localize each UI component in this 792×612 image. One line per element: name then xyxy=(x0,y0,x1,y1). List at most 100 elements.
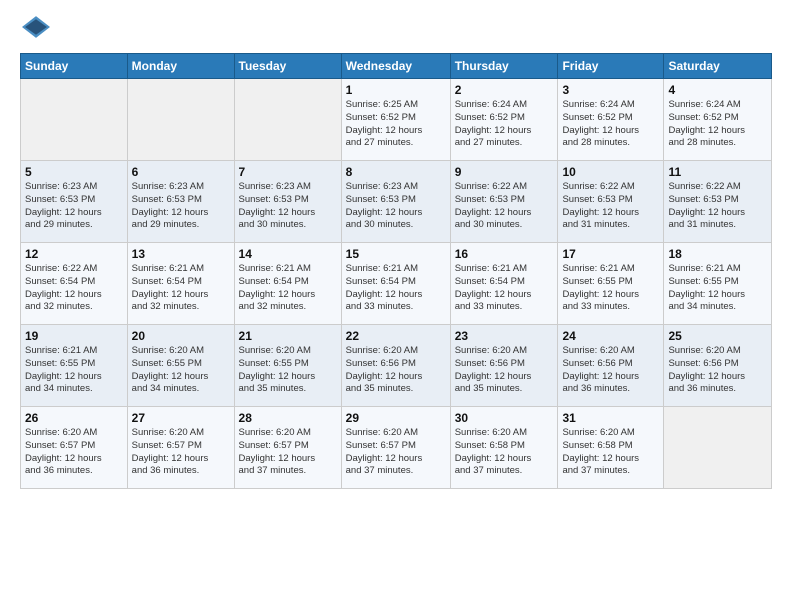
logo xyxy=(20,16,58,43)
day-number: 1 xyxy=(346,83,446,97)
calendar-day-cell: 16 Sunrise: 6:21 AM Sunset: 6:54 PM Dayli… xyxy=(450,243,558,325)
day-info: Sunrise: 6:20 AM Sunset: 6:57 PM Dayligh… xyxy=(25,427,123,478)
day-info: Sunrise: 6:23 AM Sunset: 6:53 PM Dayligh… xyxy=(239,181,337,232)
calendar-week-row: 26 Sunrise: 6:20 AM Sunset: 6:57 PM Dayli… xyxy=(21,407,772,489)
day-info: Sunrise: 6:21 AM Sunset: 6:54 PM Dayligh… xyxy=(455,263,554,314)
day-info: Sunrise: 6:20 AM Sunset: 6:58 PM Dayligh… xyxy=(455,427,554,478)
weekday-header: Friday xyxy=(558,54,664,79)
page: SundayMondayTuesdayWednesdayThursdayFrid… xyxy=(0,0,792,612)
calendar-day-cell: 19 Sunrise: 6:21 AM Sunset: 6:55 PM Dayli… xyxy=(21,325,128,407)
calendar-day-cell: 5 Sunrise: 6:23 AM Sunset: 6:53 PM Daylig… xyxy=(21,161,128,243)
day-info: Sunrise: 6:21 AM Sunset: 6:55 PM Dayligh… xyxy=(668,263,767,314)
calendar-day-cell: 31 Sunrise: 6:20 AM Sunset: 6:58 PM Dayli… xyxy=(558,407,664,489)
calendar-day-cell: 6Sunrise: 6:23 AM Sunset: 6:53 PM Daylig… xyxy=(127,161,234,243)
calendar-day-cell: 9 Sunrise: 6:22 AM Sunset: 6:53 PM Daylig… xyxy=(450,161,558,243)
day-info: Sunrise: 6:22 AM Sunset: 6:54 PM Dayligh… xyxy=(25,263,123,314)
day-info: Sunrise: 6:23 AM Sunset: 6:53 PM Dayligh… xyxy=(132,181,230,232)
day-info: Sunrise: 6:20 AM Sunset: 6:56 PM Dayligh… xyxy=(562,345,659,396)
weekday-header: Sunday xyxy=(21,54,128,79)
day-number: 28 xyxy=(239,411,337,425)
day-info: Sunrise: 6:20 AM Sunset: 6:56 PM Dayligh… xyxy=(668,345,767,396)
day-number: 15 xyxy=(346,247,446,261)
calendar-day-cell: 24 Sunrise: 6:20 AM Sunset: 6:56 PM Dayli… xyxy=(558,325,664,407)
header xyxy=(20,16,772,43)
calendar-day-cell: 26 Sunrise: 6:20 AM Sunset: 6:57 PM Dayli… xyxy=(21,407,128,489)
calendar-day-cell: 20 Sunrise: 6:20 AM Sunset: 6:55 PM Dayli… xyxy=(127,325,234,407)
day-info: Sunrise: 6:25 AM Sunset: 6:52 PM Dayligh… xyxy=(346,99,446,150)
day-info: Sunrise: 6:22 AM Sunset: 6:53 PM Dayligh… xyxy=(455,181,554,232)
day-number: 21 xyxy=(239,329,337,343)
calendar-table: SundayMondayTuesdayWednesdayThursdayFrid… xyxy=(20,53,772,489)
calendar-day-cell: 12 Sunrise: 6:22 AM Sunset: 6:54 PM Dayli… xyxy=(21,243,128,325)
day-info: Sunrise: 6:20 AM Sunset: 6:56 PM Dayligh… xyxy=(346,345,446,396)
weekday-header: Tuesday xyxy=(234,54,341,79)
day-info: Sunrise: 6:24 AM Sunset: 6:52 PM Dayligh… xyxy=(668,99,767,150)
day-number: 2 xyxy=(455,83,554,97)
day-info: Sunrise: 6:24 AM Sunset: 6:52 PM Dayligh… xyxy=(455,99,554,150)
calendar-header-row: SundayMondayTuesdayWednesdayThursdayFrid… xyxy=(21,54,772,79)
day-info: Sunrise: 6:23 AM Sunset: 6:53 PM Dayligh… xyxy=(346,181,446,232)
day-number: 29 xyxy=(346,411,446,425)
calendar-day-cell xyxy=(127,79,234,161)
day-number: 3 xyxy=(562,83,659,97)
day-info: Sunrise: 6:20 AM Sunset: 6:58 PM Dayligh… xyxy=(562,427,659,478)
day-number: 4 xyxy=(668,83,767,97)
calendar-day-cell xyxy=(234,79,341,161)
day-number: 26 xyxy=(25,411,123,425)
day-number: 30 xyxy=(455,411,554,425)
calendar-day-cell: 21 Sunrise: 6:20 AM Sunset: 6:55 PM Dayli… xyxy=(234,325,341,407)
calendar-day-cell: 30 Sunrise: 6:20 AM Sunset: 6:58 PM Dayli… xyxy=(450,407,558,489)
calendar-day-cell: 7 Sunrise: 6:23 AM Sunset: 6:53 PM Daylig… xyxy=(234,161,341,243)
calendar-day-cell: 14Sunrise: 6:21 AM Sunset: 6:54 PM Dayli… xyxy=(234,243,341,325)
day-number: 7 xyxy=(239,165,337,179)
day-number: 8 xyxy=(346,165,446,179)
calendar-day-cell: 29 Sunrise: 6:20 AM Sunset: 6:57 PM Dayli… xyxy=(341,407,450,489)
day-number: 9 xyxy=(455,165,554,179)
day-number: 11 xyxy=(668,165,767,179)
calendar-day-cell: 13 Sunrise: 6:21 AM Sunset: 6:54 PM Dayli… xyxy=(127,243,234,325)
calendar-week-row: 5 Sunrise: 6:23 AM Sunset: 6:53 PM Daylig… xyxy=(21,161,772,243)
weekday-header: Monday xyxy=(127,54,234,79)
day-number: 13 xyxy=(132,247,230,261)
calendar-day-cell: 11 Sunrise: 6:22 AM Sunset: 6:53 PM Dayli… xyxy=(664,161,772,243)
day-info: Sunrise: 6:20 AM Sunset: 6:55 PM Dayligh… xyxy=(239,345,337,396)
day-number: 12 xyxy=(25,247,123,261)
day-number: 17 xyxy=(562,247,659,261)
calendar-week-row: 1 Sunrise: 6:25 AM Sunset: 6:52 PM Daylig… xyxy=(21,79,772,161)
calendar-day-cell: 18Sunrise: 6:21 AM Sunset: 6:55 PM Dayli… xyxy=(664,243,772,325)
calendar-week-row: 19 Sunrise: 6:21 AM Sunset: 6:55 PM Dayli… xyxy=(21,325,772,407)
calendar-day-cell xyxy=(21,79,128,161)
day-number: 31 xyxy=(562,411,659,425)
calendar-week-row: 12 Sunrise: 6:22 AM Sunset: 6:54 PM Dayli… xyxy=(21,243,772,325)
day-info: Sunrise: 6:20 AM Sunset: 6:56 PM Dayligh… xyxy=(455,345,554,396)
day-info: Sunrise: 6:21 AM Sunset: 6:54 PM Dayligh… xyxy=(346,263,446,314)
day-info: Sunrise: 6:24 AM Sunset: 6:52 PM Dayligh… xyxy=(562,99,659,150)
day-number: 24 xyxy=(562,329,659,343)
calendar-day-cell: 15 Sunrise: 6:21 AM Sunset: 6:54 PM Dayli… xyxy=(341,243,450,325)
day-number: 16 xyxy=(455,247,554,261)
day-number: 25 xyxy=(668,329,767,343)
day-number: 27 xyxy=(132,411,230,425)
logo-icon xyxy=(22,16,50,38)
day-info: Sunrise: 6:22 AM Sunset: 6:53 PM Dayligh… xyxy=(668,181,767,232)
day-info: Sunrise: 6:21 AM Sunset: 6:54 PM Dayligh… xyxy=(239,263,337,314)
calendar-day-cell: 2 Sunrise: 6:24 AM Sunset: 6:52 PM Daylig… xyxy=(450,79,558,161)
day-number: 22 xyxy=(346,329,446,343)
day-info: Sunrise: 6:20 AM Sunset: 6:57 PM Dayligh… xyxy=(346,427,446,478)
day-info: Sunrise: 6:21 AM Sunset: 6:54 PM Dayligh… xyxy=(132,263,230,314)
calendar-day-cell xyxy=(664,407,772,489)
calendar-day-cell: 1 Sunrise: 6:25 AM Sunset: 6:52 PM Daylig… xyxy=(341,79,450,161)
day-info: Sunrise: 6:20 AM Sunset: 6:55 PM Dayligh… xyxy=(132,345,230,396)
day-info: Sunrise: 6:21 AM Sunset: 6:55 PM Dayligh… xyxy=(562,263,659,314)
day-number: 5 xyxy=(25,165,123,179)
day-number: 20 xyxy=(132,329,230,343)
day-number: 10 xyxy=(562,165,659,179)
calendar-day-cell: 8 Sunrise: 6:23 AM Sunset: 6:53 PM Daylig… xyxy=(341,161,450,243)
calendar-day-cell: 27Sunrise: 6:20 AM Sunset: 6:57 PM Dayli… xyxy=(127,407,234,489)
calendar-day-cell: 25 Sunrise: 6:20 AM Sunset: 6:56 PM Dayli… xyxy=(664,325,772,407)
day-info: Sunrise: 6:22 AM Sunset: 6:53 PM Dayligh… xyxy=(562,181,659,232)
day-number: 19 xyxy=(25,329,123,343)
calendar-day-cell: 4 Sunrise: 6:24 AM Sunset: 6:52 PM Daylig… xyxy=(664,79,772,161)
day-info: Sunrise: 6:21 AM Sunset: 6:55 PM Dayligh… xyxy=(25,345,123,396)
day-info: Sunrise: 6:23 AM Sunset: 6:53 PM Dayligh… xyxy=(25,181,123,232)
